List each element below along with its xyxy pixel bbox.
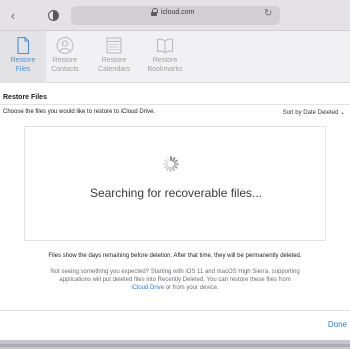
sort-dropdown[interactable]: Sort by Date Deleted ⌄ (283, 109, 345, 116)
reload-icon[interactable]: ↻ (264, 8, 272, 20)
divider (0, 104, 350, 105)
status-text: Searching for recoverable files... (89, 186, 263, 200)
file-list-area: Searching for recoverable files... (24, 126, 326, 241)
chevron-down-icon: ⌄ (339, 110, 345, 116)
tab-restore-calendars[interactable]: Restore Calendars (91, 31, 137, 83)
tab-restore-bookmarks[interactable]: Restore Bookmarks (142, 31, 188, 83)
instructions-text: Choose the files you would like to resto… (3, 109, 156, 115)
window-bottom-line (0, 344, 350, 347)
lock-icon (151, 8, 158, 17)
browser-toolbar: ‹ icloud.com ↻ (0, 0, 350, 31)
page-title: Restore Files (3, 94, 47, 101)
chevron-left-icon[interactable]: ‹ (6, 9, 20, 23)
url-text: icloud.com (161, 9, 195, 16)
address-bar[interactable]: icloud.com ↻ (71, 6, 280, 25)
deletion-note: Files show the days remaining before del… (48, 253, 302, 259)
tab-restore-contacts[interactable]: Restore Contacts (42, 31, 88, 83)
book-icon (157, 38, 173, 54)
calendar-icon (106, 37, 122, 54)
restore-tabs-toolbar: Restore Files Restore Contacts Restore Cale… (0, 31, 350, 83)
done-button[interactable]: Done (328, 320, 347, 329)
privacy-report-icon[interactable] (48, 10, 59, 21)
help-text: Not seeing something you expected? Start… (50, 269, 300, 291)
divider (0, 310, 350, 311)
contacts-icon (56, 37, 74, 54)
tab-label: Restore Bookmarks (147, 57, 183, 73)
icloud-drive-link[interactable]: iCloud Drive (131, 285, 164, 291)
sort-label: Sort by Date Deleted (282, 110, 339, 116)
spinner-icon (162, 155, 180, 173)
tab-label: Restore Calendars (98, 57, 130, 73)
document-icon (17, 36, 30, 55)
